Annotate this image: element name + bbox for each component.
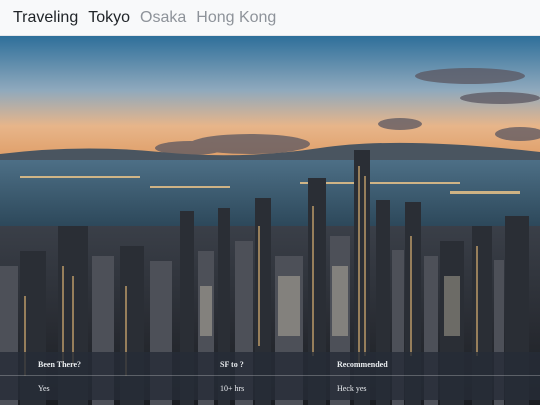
nav-link-tokyo[interactable]: Tokyo	[88, 9, 130, 27]
navbar-brand[interactable]: Traveling	[13, 9, 78, 27]
nav-link-hong-kong[interactable]: Hong Kong	[196, 9, 276, 27]
table-row: Yes 10+ hrs Heck yes	[0, 376, 540, 400]
info-table: Been There? SF to ? Recommended Yes 10+ …	[0, 352, 540, 400]
cell-recommended: Heck yes	[337, 384, 367, 393]
header-recommended: Recommended	[337, 360, 388, 369]
nav-link-osaka[interactable]: Osaka	[140, 9, 186, 27]
info-table-header-row: Been There? SF to ? Recommended	[0, 352, 540, 376]
hero-city-image	[0, 36, 540, 405]
header-sf-to: SF to ?	[220, 360, 244, 369]
navbar: Traveling Tokyo Osaka Hong Kong	[0, 0, 540, 36]
cell-sf-to: 10+ hrs	[220, 384, 245, 393]
header-been-there: Been There?	[38, 360, 82, 369]
cell-been-there: Yes	[38, 384, 50, 393]
